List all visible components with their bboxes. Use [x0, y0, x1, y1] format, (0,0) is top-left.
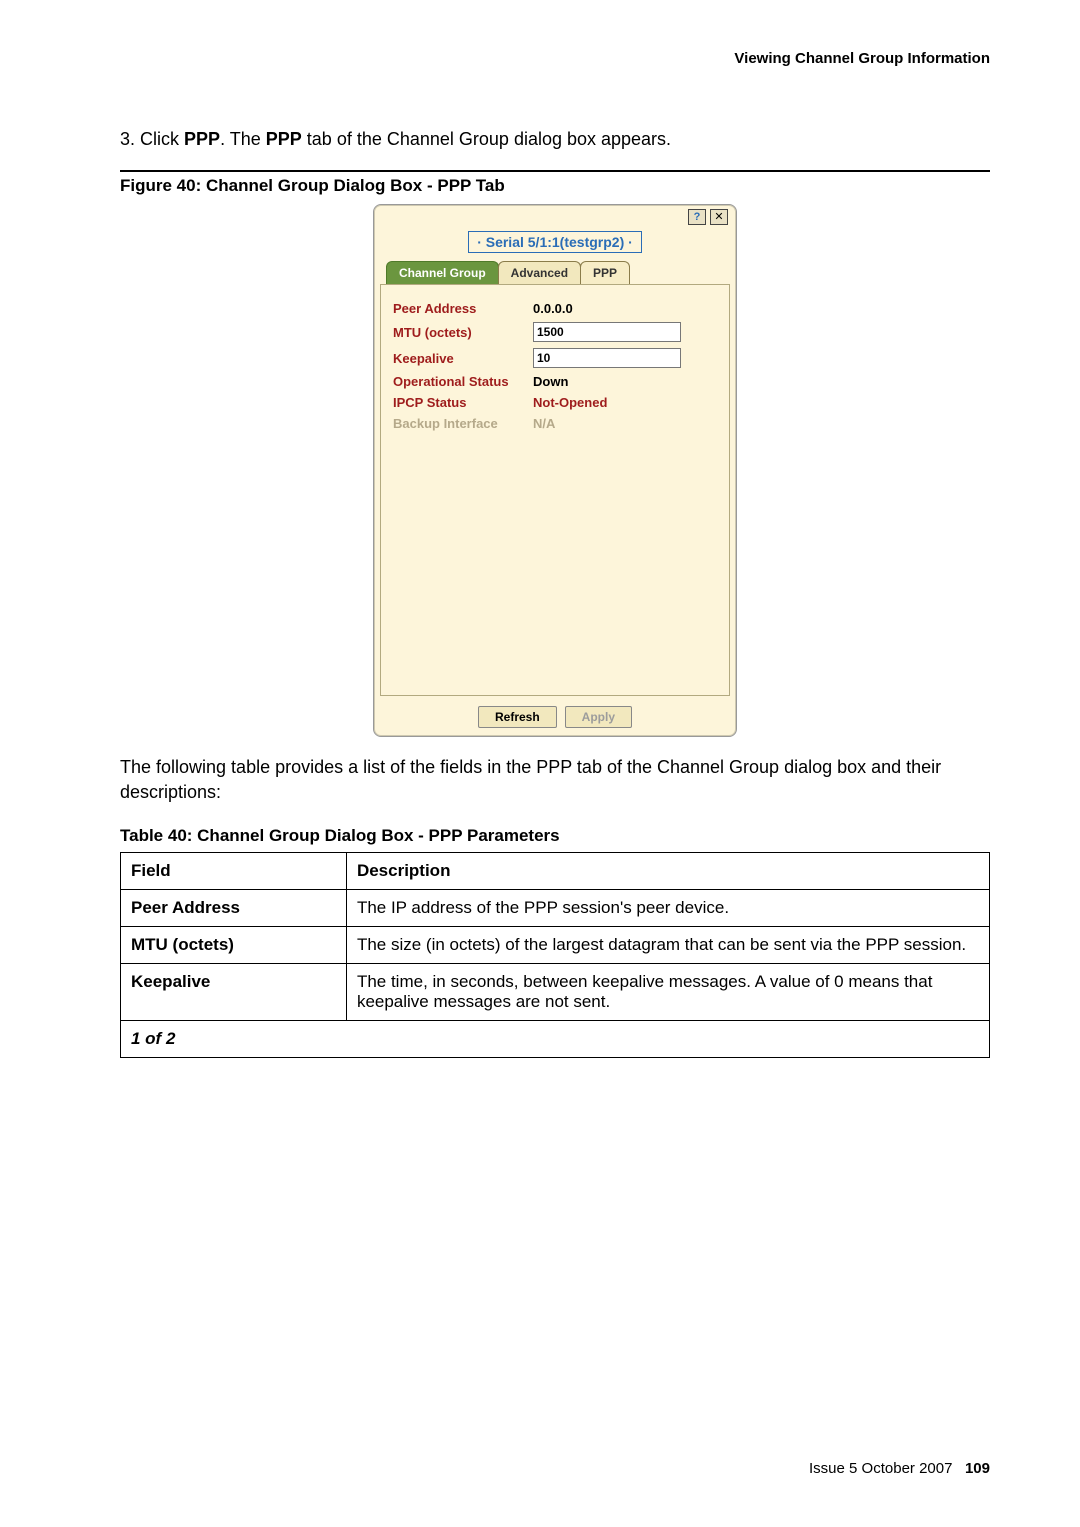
page-header: Viewing Channel Group Information: [120, 50, 990, 67]
row-desc: The size (in octets) of the largest data…: [346, 926, 989, 963]
footer-issue: Issue 5 October 2007: [809, 1460, 952, 1477]
ipcp-status-label: IPCP Status: [393, 395, 533, 410]
peer-address-value: 0.0.0.0: [533, 301, 573, 316]
table-row: Keepalive The time, in seconds, between …: [121, 963, 990, 1020]
step-prefix: Click: [140, 129, 184, 149]
close-icon[interactable]: ✕: [710, 209, 728, 225]
mtu-label: MTU (octets): [393, 325, 533, 340]
tab-ppp[interactable]: PPP: [580, 261, 630, 284]
refresh-button[interactable]: Refresh: [478, 706, 557, 728]
table-intro: The following table provides a list of t…: [120, 755, 990, 805]
row-desc: The IP address of the PPP session's peer…: [346, 889, 989, 926]
ipcp-status-value: Not-Opened: [533, 395, 607, 410]
table-header-row: Field Description: [121, 852, 990, 889]
row-desc: The time, in seconds, between keepalive …: [346, 963, 989, 1020]
channel-group-dialog: ? ✕ · Serial 5/1:1(testgrp2) · Channel G…: [373, 204, 737, 737]
row-field: Peer Address: [121, 889, 347, 926]
op-status-value: Down: [533, 374, 568, 389]
help-icon[interactable]: ?: [688, 209, 706, 225]
backup-interface-label: Backup Interface: [393, 416, 533, 431]
peer-address-label: Peer Address: [393, 301, 533, 316]
ppp-params-table: Field Description Peer Address The IP ad…: [120, 852, 990, 1058]
th-description: Description: [346, 852, 989, 889]
dialog-title: · Serial 5/1:1(testgrp2) ·: [468, 231, 642, 253]
step-term2: PPP: [266, 129, 302, 149]
th-field: Field: [121, 852, 347, 889]
op-status-label: Operational Status: [393, 374, 533, 389]
table-row: MTU (octets) The size (in octets) of the…: [121, 926, 990, 963]
mtu-input[interactable]: [533, 322, 681, 342]
figure-rule: [120, 170, 990, 172]
page-footer: Issue 5 October 2007 109: [809, 1460, 990, 1477]
backup-interface-value: N/A: [533, 416, 555, 431]
tab-advanced[interactable]: Advanced: [498, 261, 581, 284]
keepalive-label: Keepalive: [393, 351, 533, 366]
step-suffix: tab of the Channel Group dialog box appe…: [302, 129, 671, 149]
row-field: MTU (octets): [121, 926, 347, 963]
step-mid: . The: [220, 129, 266, 149]
step-term1: PPP: [184, 129, 220, 149]
table-page-row: 1 of 2: [121, 1020, 990, 1057]
table-page-count: 1 of 2: [121, 1020, 990, 1057]
keepalive-input[interactable]: [533, 348, 681, 368]
apply-button[interactable]: Apply: [565, 706, 632, 728]
footer-page: 109: [965, 1460, 990, 1477]
dialog-tabs: Channel Group Advanced PPP: [386, 261, 730, 284]
table-row: Peer Address The IP address of the PPP s…: [121, 889, 990, 926]
tab-channel-group[interactable]: Channel Group: [386, 261, 499, 284]
table-caption: Table 40: Channel Group Dialog Box - PPP…: [120, 826, 990, 846]
dialog-panel: Peer Address 0.0.0.0 MTU (octets) Keepal…: [380, 284, 730, 696]
row-field: Keepalive: [121, 963, 347, 1020]
step-number: 3.: [120, 129, 135, 149]
step-text: 3. Click PPP. The PPP tab of the Channel…: [120, 127, 990, 152]
figure-caption: Figure 40: Channel Group Dialog Box - PP…: [120, 176, 990, 196]
